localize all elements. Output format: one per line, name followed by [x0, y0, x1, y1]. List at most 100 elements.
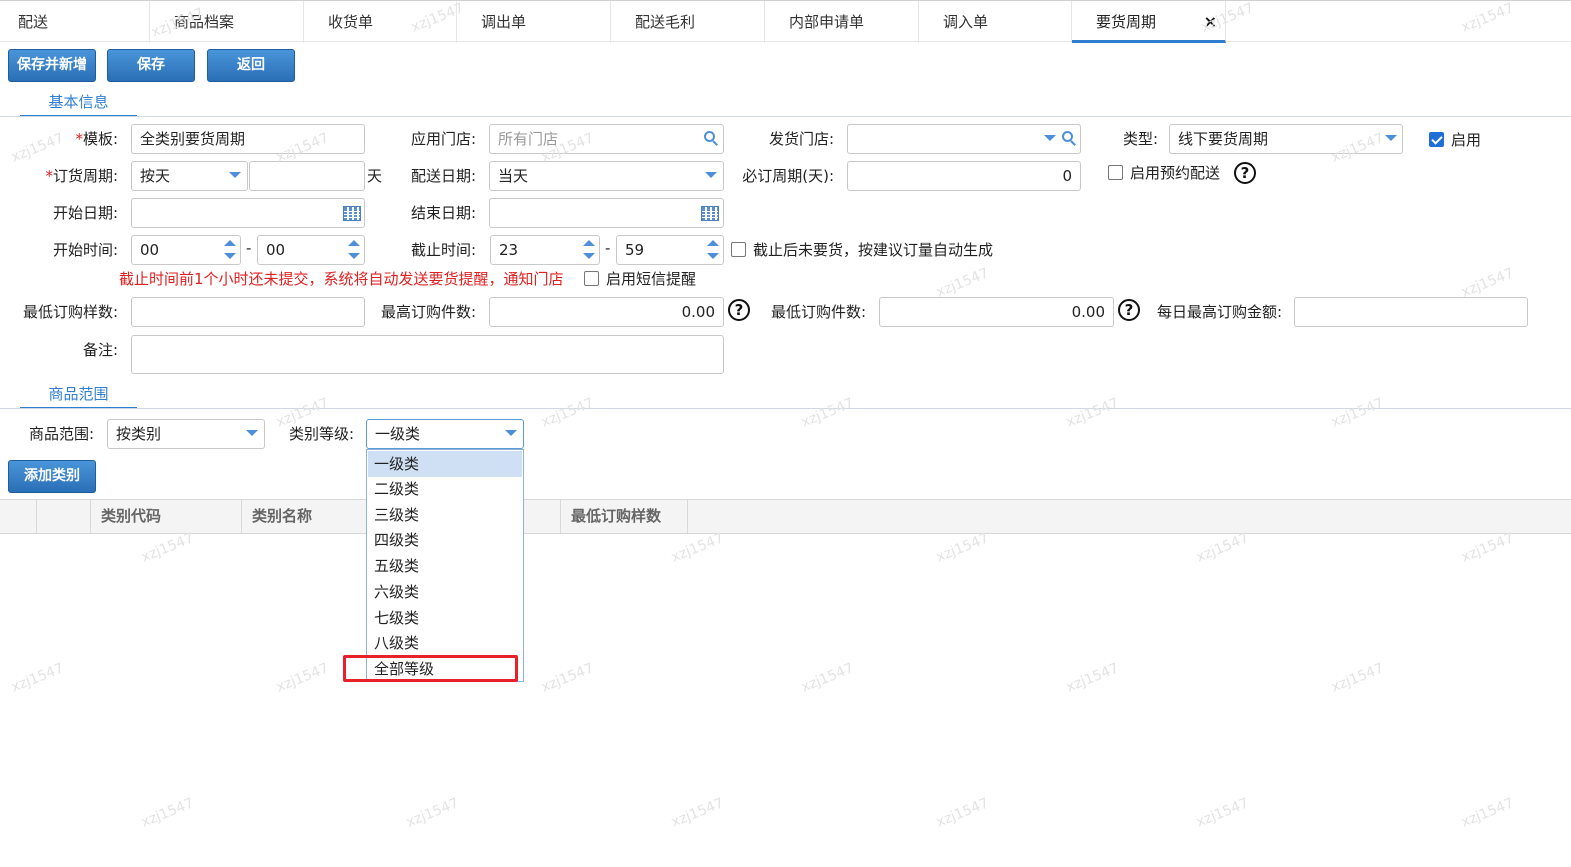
type-select[interactable]: 线下要货周期 — [1169, 124, 1403, 154]
calendar-icon[interactable] — [701, 206, 719, 221]
auto-generate-checkbox[interactable] — [731, 242, 746, 257]
grid-col-min-items[interactable]: 最低订购样数 — [561, 500, 688, 533]
tab-transfer-in[interactable]: 调入单 — [919, 1, 1072, 43]
dropdown-option-level-6[interactable]: 六级类 — [368, 579, 522, 605]
section-basic-info: 基本信息 — [20, 89, 137, 117]
watermark: xzj1547 — [799, 395, 857, 431]
watermark: xzj1547 — [539, 395, 597, 431]
sms-remind-label: 启用短信提醒 — [606, 270, 697, 288]
tab-transfer-out[interactable]: 调出单 — [457, 1, 611, 43]
min-qty-input[interactable]: 0.00 — [879, 297, 1114, 327]
dropdown-option-level-7[interactable]: 七级类 — [368, 605, 522, 631]
template-label: *模板: — [75, 130, 118, 148]
save-and-new-button[interactable]: 保存并新增 — [8, 49, 96, 82]
cutoff-time-label: 截止时间: — [410, 241, 476, 259]
caret-down-icon[interactable] — [505, 430, 517, 436]
watermark: xzj1547 — [404, 795, 462, 831]
section-divider — [0, 116, 1571, 117]
tab-receipt[interactable]: 收货单 — [304, 1, 457, 43]
watermark: xzj1547 — [934, 265, 992, 301]
delivery-date-select[interactable]: 当天 — [489, 161, 724, 191]
max-qty-label: 最高订购件数: — [380, 303, 476, 321]
order-cycle-label: *订货周期: — [45, 167, 118, 185]
order-cycle-days-input[interactable] — [249, 161, 365, 191]
section-divider — [0, 408, 1571, 409]
must-cycle-label: 必订周期(天): — [742, 167, 834, 185]
search-icon[interactable] — [704, 131, 718, 146]
watermark: xzj1547 — [799, 660, 857, 696]
min-items-label: 最低订购样数: — [22, 303, 118, 321]
highlight-annotation-box — [343, 655, 518, 682]
watermark: xzj1547 — [669, 530, 727, 566]
caret-down-icon[interactable] — [246, 430, 258, 436]
template-input[interactable]: 全类别要货周期 — [131, 124, 365, 154]
category-level-select[interactable]: 一级类 — [366, 419, 524, 449]
dropdown-option-level-3[interactable]: 三级类 — [368, 502, 522, 528]
tab-order-cycle[interactable]: 要货周期 × — [1072, 1, 1226, 43]
start-date-input[interactable] — [131, 198, 365, 228]
dropdown-option-level-4[interactable]: 四级类 — [368, 527, 522, 553]
grid-col-checkbox[interactable] — [37, 500, 91, 533]
spinner-arrows-icon[interactable] — [582, 236, 596, 264]
spinner-arrows-icon[interactable] — [223, 236, 237, 264]
ship-store-label: 发货门店: — [768, 130, 834, 148]
category-level-label: 类别等级: — [288, 425, 354, 443]
watermark: xzj1547 — [934, 795, 992, 831]
caret-down-icon[interactable] — [1385, 135, 1397, 141]
min-items-input[interactable] — [131, 297, 365, 327]
spinner-arrows-icon[interactable] — [347, 236, 361, 264]
dropdown-option-level-8[interactable]: 八级类 — [368, 630, 522, 656]
caret-down-icon[interactable] — [229, 172, 241, 178]
tab-internal-request[interactable]: 内部申请单 — [765, 1, 919, 43]
end-date-label: 结束日期: — [410, 204, 476, 222]
max-qty-input[interactable]: 0.00 — [489, 297, 724, 327]
watermark: xzj1547 — [139, 795, 197, 831]
back-button[interactable]: 返回 — [207, 49, 295, 82]
dropdown-option-level-2[interactable]: 二级类 — [368, 476, 522, 502]
tab-bar: 配送 商品档案 收货单 调出单 配送毛利 内部申请单 调入单 要货周期 × — [0, 0, 1571, 43]
watermark: xzj1547 — [1064, 395, 1122, 431]
remark-textarea[interactable] — [131, 335, 724, 374]
help-circle-icon[interactable]: ? — [728, 299, 750, 321]
tab-product-archive[interactable]: 商品档案 — [150, 1, 304, 43]
tab-delivery-margin[interactable]: 配送毛利 — [611, 1, 765, 43]
spinner-arrows-icon[interactable] — [706, 236, 720, 264]
apply-store-label: 应用门店: — [410, 130, 476, 148]
apply-store-input[interactable]: 所有门店 — [489, 124, 724, 154]
watermark: xzj1547 — [1329, 395, 1387, 431]
watermark: xzj1547 — [1064, 660, 1122, 696]
help-circle-icon[interactable]: ? — [1234, 162, 1256, 184]
sms-remind-checkbox[interactable] — [584, 271, 599, 286]
watermark: xzj1547 — [1194, 795, 1252, 831]
calendar-icon[interactable] — [343, 206, 361, 221]
watermark: xzj1547 — [539, 660, 597, 696]
caret-down-icon[interactable] — [1044, 135, 1056, 141]
must-cycle-input[interactable]: 0 — [847, 161, 1081, 191]
watermark: xzj1547 — [1459, 265, 1517, 301]
dropdown-option-level-5[interactable]: 五级类 — [368, 553, 522, 579]
daily-max-amount-label: 每日最高订购金额: — [1156, 303, 1282, 321]
search-icon[interactable] — [1062, 131, 1076, 146]
help-circle-icon[interactable]: ? — [1118, 299, 1140, 321]
close-icon[interactable]: × — [1204, 1, 1217, 43]
watermark: xzj1547 — [1459, 530, 1517, 566]
reserve-delivery-label: 启用预约配送 — [1130, 164, 1221, 182]
time-separator: - — [605, 239, 611, 257]
dropdown-option-level-1[interactable]: 一级类 — [368, 451, 522, 477]
end-date-input[interactable] — [489, 198, 724, 228]
watermark: xzj1547 — [1194, 530, 1252, 566]
product-range-select[interactable]: 按类别 — [107, 419, 265, 449]
grid-col-category-code[interactable]: 类别代码 — [91, 500, 242, 533]
type-label: 类型: — [1122, 130, 1158, 148]
tab-delivery[interactable]: 配送 — [0, 1, 150, 43]
add-category-button[interactable]: 添加类别 — [8, 460, 96, 493]
product-range-label: 商品范围: — [28, 425, 94, 443]
enabled-checkbox[interactable] — [1429, 132, 1444, 147]
watermark: xzj1547 — [1329, 660, 1387, 696]
watermark: xzj1547 — [934, 530, 992, 566]
reserve-delivery-checkbox[interactable] — [1108, 165, 1123, 180]
cutoff-warning-text: 截止时间前1个小时还未提交，系统将自动发送要货提醒，通知门店 — [119, 270, 564, 288]
daily-max-amount-input[interactable] — [1294, 297, 1528, 327]
save-button[interactable]: 保存 — [107, 49, 195, 82]
caret-down-icon[interactable] — [705, 172, 717, 178]
